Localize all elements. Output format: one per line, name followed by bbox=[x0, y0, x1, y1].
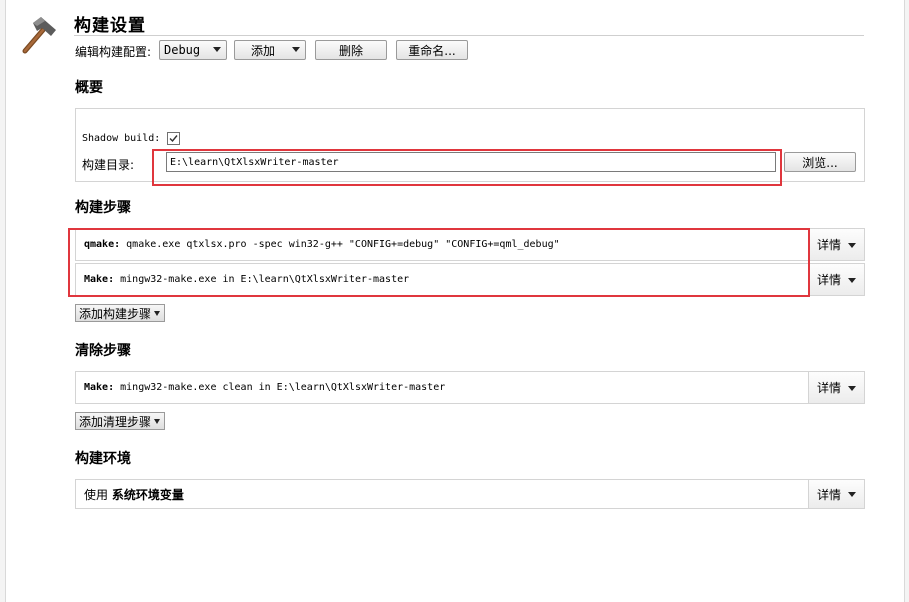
config-select[interactable]: Debug bbox=[159, 40, 227, 60]
shadow-build-label: Shadow build: bbox=[82, 133, 161, 144]
step-command: qmake.exe qtxlsx.pro -spec win32-g++ "CO… bbox=[126, 239, 560, 250]
chevron-down-icon bbox=[848, 277, 856, 283]
details-label: 详情 bbox=[817, 238, 842, 252]
step-name: Make: bbox=[84, 382, 115, 393]
page-title: 构建设置 bbox=[74, 16, 146, 36]
details-label: 详情 bbox=[817, 487, 842, 502]
checkmark-icon bbox=[169, 135, 178, 143]
clean-steps-section-title: 清除步骤 bbox=[75, 343, 131, 359]
build-env-section-title: 构建环境 bbox=[75, 451, 131, 467]
build-env-text: 使用 系统环境变量 bbox=[84, 480, 184, 508]
chevron-down-icon bbox=[292, 47, 300, 52]
step-name: qmake: bbox=[84, 239, 121, 250]
window-right-edge bbox=[904, 0, 909, 602]
build-step-text: Make: mingw32-make.exe in E:\learn\QtXls… bbox=[84, 264, 409, 295]
config-label: 编辑构建配置: bbox=[75, 45, 152, 59]
build-dir-label: 构建目录: bbox=[82, 158, 135, 172]
chevron-down-icon bbox=[848, 242, 856, 248]
build-dir-input[interactable]: E:\learn\QtXlsxWriter-master bbox=[166, 152, 776, 172]
browse-button[interactable]: 浏览... bbox=[784, 152, 856, 172]
chevron-down-icon bbox=[154, 419, 160, 424]
rename-config-button[interactable]: 重命名... bbox=[396, 40, 468, 60]
add-build-step-label: 添加构建步骤 bbox=[79, 306, 152, 321]
overview-section-title: 概要 bbox=[75, 80, 103, 96]
step-command: mingw32-make.exe in E:\learn\QtXlsxWrite… bbox=[120, 274, 410, 285]
build-env-row[interactable]: 使用 系统环境变量 详情 bbox=[75, 479, 865, 509]
config-select-value: Debug bbox=[164, 43, 201, 57]
build-step-row[interactable]: qmake: qmake.exe qtxlsx.pro -spec win32-… bbox=[75, 228, 865, 261]
use-label: 使用 bbox=[84, 487, 109, 502]
window-left-edge bbox=[0, 0, 6, 602]
chevron-down-icon bbox=[848, 385, 856, 391]
clean-step-text: Make: mingw32-make.exe clean in E:\learn… bbox=[84, 372, 445, 403]
shadow-build-checkbox[interactable] bbox=[167, 132, 180, 145]
clean-step-row[interactable]: Make: mingw32-make.exe clean in E:\learn… bbox=[75, 371, 865, 404]
build-env-details-button[interactable]: 详情 bbox=[808, 480, 864, 508]
build-step-text: qmake: qmake.exe qtxlsx.pro -spec win32-… bbox=[84, 229, 560, 260]
chevron-down-icon bbox=[154, 311, 160, 316]
env-value: 系统环境变量 bbox=[111, 487, 184, 502]
step-name: Make: bbox=[84, 274, 115, 285]
add-config-label: 添加 bbox=[251, 43, 276, 58]
add-clean-step-button[interactable]: 添加清理步骤 bbox=[75, 412, 165, 430]
build-step-details-button[interactable]: 详情 bbox=[808, 264, 864, 295]
details-label: 详情 bbox=[817, 273, 842, 287]
chevron-down-icon bbox=[848, 492, 856, 497]
add-clean-step-label: 添加清理步骤 bbox=[79, 414, 152, 429]
build-step-row[interactable]: Make: mingw32-make.exe in E:\learn\QtXls… bbox=[75, 263, 865, 296]
build-dir-value: E:\learn\QtXlsxWriter-master bbox=[170, 156, 339, 168]
delete-config-button[interactable]: 删除 bbox=[315, 40, 387, 60]
add-config-button[interactable]: 添加 bbox=[234, 40, 306, 60]
step-command: mingw32-make.exe clean in E:\learn\QtXls… bbox=[120, 382, 446, 393]
build-step-details-button[interactable]: 详情 bbox=[808, 229, 864, 260]
details-label: 详情 bbox=[817, 381, 842, 395]
add-build-step-button[interactable]: 添加构建步骤 bbox=[75, 304, 165, 322]
clean-step-details-button[interactable]: 详情 bbox=[808, 372, 864, 403]
chevron-down-icon bbox=[213, 47, 221, 52]
build-steps-section-title: 构建步骤 bbox=[75, 200, 131, 216]
hammer-icon bbox=[18, 14, 60, 56]
title-divider bbox=[74, 35, 864, 36]
